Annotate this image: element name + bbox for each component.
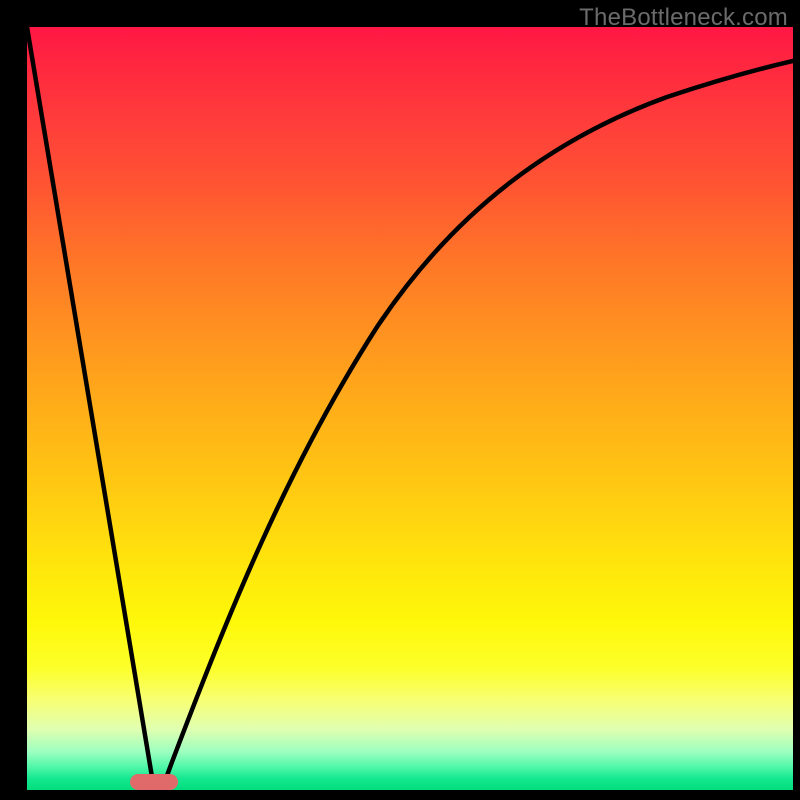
minimum-marker — [130, 774, 178, 790]
chart-frame: TheBottleneck.com — [0, 0, 800, 800]
plot-area — [27, 27, 793, 790]
score-curve — [27, 27, 793, 784]
watermark-text: TheBottleneck.com — [579, 4, 788, 32]
curve-layer — [27, 27, 793, 790]
